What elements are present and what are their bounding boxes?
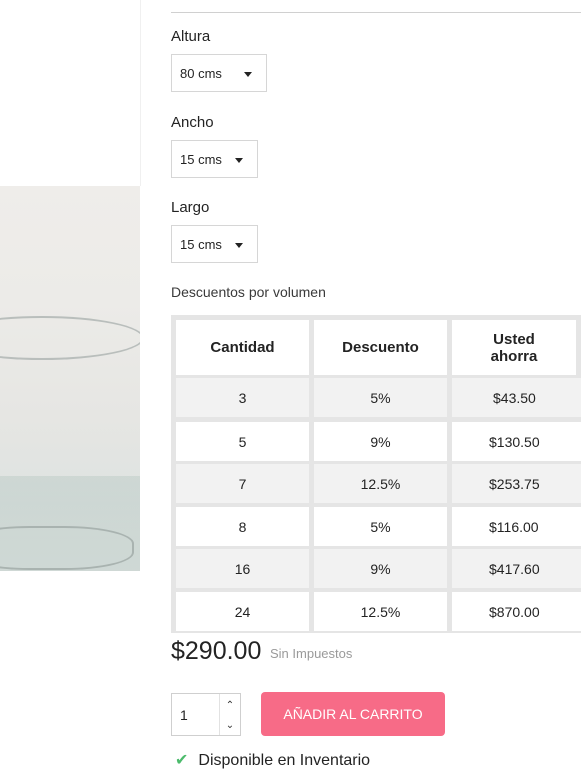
discount-table: Cantidad Descuento Usted ahorra 3 5% $43… [171,315,581,633]
table-cell: 3 [176,378,309,417]
largo-value: 15 cms [180,236,222,252]
header-cantidad: Cantidad [176,320,309,375]
quantity-input[interactable]: 1 [180,707,188,723]
altura-label: Altura [171,28,211,45]
quantity-stepper: 1 ⌃ ⌄ [171,693,241,736]
chevron-down-icon[interactable]: ⌄ [220,715,240,735]
caret-down-icon [235,243,243,248]
glass-rim [0,316,140,360]
table-cell: 24 [176,592,309,631]
table-cell: 8 [176,507,309,546]
check-icon: ✔ [175,752,189,769]
table-cell: 12.5% [314,464,447,503]
tax-label: Sin Impuestos [270,646,353,661]
ancho-value: 15 cms [180,151,222,167]
caret-down-icon [235,158,243,163]
table-cell: 7 [176,464,309,503]
table-cell: $130.50 [452,422,581,461]
table-cell: $417.60 [452,549,581,588]
top-divider [171,12,581,13]
table-cell: 5% [314,378,447,417]
altura-value: 80 cms [180,65,222,81]
ancho-select[interactable]: 15 cms [171,140,258,178]
table-cell: 5 [176,422,309,461]
ancho-label: Ancho [171,114,214,131]
header-usted-ahorra: Usted ahorra [452,320,576,375]
product-image [0,186,140,571]
table-cell: 9% [314,422,447,461]
column-divider [140,0,141,186]
product-price: $290.00 [171,637,262,665]
glass-base [0,526,134,570]
volume-discounts-title: Descuentos por volumen [171,284,326,300]
header-descuento: Descuento [314,320,447,375]
caret-down-icon [244,72,252,77]
table-cell: 12.5% [314,592,447,631]
largo-select[interactable]: 15 cms [171,225,258,263]
add-to-cart-button[interactable]: AÑADIR AL CARRITO [261,692,445,736]
table-cell: 16 [176,549,309,588]
table-cell: 5% [314,507,447,546]
chevron-up-icon[interactable]: ⌃ [220,695,240,715]
altura-select[interactable]: 80 cms [171,54,267,92]
table-cell: $253.75 [452,464,581,503]
table-cell: $116.00 [452,507,581,546]
table-cell: $43.50 [452,378,581,417]
availability-text: Disponible en Inventario [198,752,371,769]
largo-label: Largo [171,199,210,216]
table-cell: $870.00 [452,592,581,631]
availability-status: ✔ Disponible en Inventario [175,750,370,770]
table-cell: 9% [314,549,447,588]
